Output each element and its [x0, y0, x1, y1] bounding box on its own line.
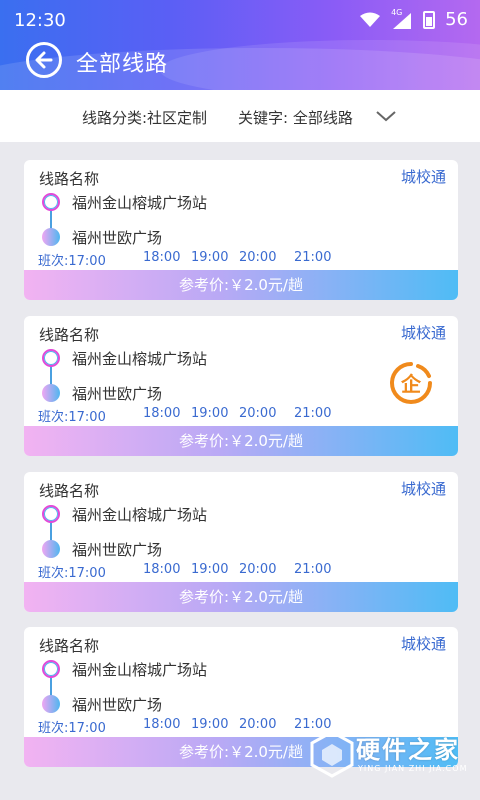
status-bar: 12:30 4G 56: [0, 0, 480, 40]
price-bar[interactable]: 参考价:￥2.0元/趟: [24, 582, 458, 612]
back-button[interactable]: [26, 42, 62, 78]
departure-time: 21:00: [294, 250, 332, 265]
departure-time: 19:00: [191, 562, 229, 577]
watermark-title: 硬件之家: [356, 736, 460, 764]
departure-time: 18:00: [143, 250, 181, 265]
departure-time: 21:00: [294, 406, 332, 421]
departure-time: 19:00: [191, 250, 229, 265]
enterprise-badge-label: 企: [400, 372, 422, 396]
page-title: 全部线路: [76, 52, 169, 77]
route-type-tag: 城校通: [400, 324, 446, 342]
end-stop-name: 福州世欧广场: [72, 541, 163, 559]
end-stop-icon: [42, 695, 60, 713]
schedule-label: 班次:17:00: [38, 254, 106, 269]
cell-signal-icon: 4G: [391, 7, 413, 29]
departure-time: 20:00: [239, 562, 277, 577]
start-stop-icon: [42, 505, 60, 523]
schedule-label: 班次:17:00: [38, 410, 106, 425]
departure-time: 20:00: [239, 406, 277, 421]
departure-time: 19:00: [191, 406, 229, 421]
schedule-label: 班次:17:00: [38, 721, 106, 736]
end-stop-icon: [42, 384, 60, 402]
departure-time: 20:00: [239, 250, 277, 265]
route-type-tag: 城校通: [400, 480, 446, 498]
battery-icon: [423, 10, 436, 29]
route-type-tag: 城校通: [400, 635, 446, 653]
watermark: 硬件之家 YING JIAN ZHI JIA.COM: [308, 726, 480, 786]
watermark-subtitle: YING JIAN ZHI JIA.COM: [358, 764, 468, 773]
app-header: 12:30 4G 56 全部线路: [0, 0, 480, 90]
route-type-tag: 城校通: [400, 168, 446, 186]
start-stop-icon: [42, 660, 60, 678]
end-stop-icon: [42, 540, 60, 558]
route-card[interactable]: 线路名称 城校通 福州金山榕城广场站 福州世欧广场 班次:17:00 18:00…: [24, 160, 458, 300]
start-stop-name: 福州金山榕城广场站: [72, 661, 208, 679]
route-name: 线路名称: [39, 637, 100, 655]
departure-time: 18:00: [143, 562, 181, 577]
filter-bar: 线路分类:社区定制 关键字: 全部线路: [0, 90, 480, 142]
end-stop-name: 福州世欧广场: [72, 385, 163, 403]
departure-time: 20:00: [239, 717, 277, 732]
departure-time: 18:00: [143, 406, 181, 421]
start-stop-icon: [42, 193, 60, 211]
battery-level: 56: [445, 9, 468, 30]
route-name: 线路名称: [39, 326, 100, 344]
departure-time: 21:00: [294, 562, 332, 577]
end-stop-icon: [42, 228, 60, 246]
schedule-label: 班次:17:00: [38, 566, 106, 581]
route-card[interactable]: 线路名称 城校通 福州金山榕城广场站 福州世欧广场 班次:17:00 18:00…: [24, 472, 458, 612]
cube-logo-icon: [310, 730, 354, 778]
start-stop-name: 福州金山榕城广场站: [72, 350, 208, 368]
keyword-filter[interactable]: 关键字: 全部线路: [238, 107, 353, 128]
status-icons: 4G 56: [359, 7, 468, 30]
end-stop-name: 福州世欧广场: [72, 229, 163, 247]
price-bar[interactable]: 参考价:￥2.0元/趟: [24, 426, 458, 456]
enterprise-badge-icon: 企: [388, 360, 434, 406]
start-stop-name: 福州金山榕城广场站: [72, 506, 208, 524]
end-stop-name: 福州世欧广场: [72, 696, 163, 714]
route-card[interactable]: 线路名称 城校通 福州金山榕城广场站 福州世欧广场 班次:17:00 18:00…: [24, 316, 458, 456]
route-name: 线路名称: [39, 482, 100, 500]
start-stop-icon: [42, 349, 60, 367]
network-type: 4G: [391, 7, 403, 17]
chevron-down-icon[interactable]: [374, 106, 398, 126]
wifi-icon: [360, 12, 381, 27]
departure-time: 19:00: [191, 717, 229, 732]
status-time: 12:30: [14, 10, 66, 31]
start-stop-name: 福州金山榕城广场站: [72, 194, 208, 212]
route-name: 线路名称: [39, 170, 100, 188]
title-bar: 全部线路: [0, 40, 480, 90]
departure-time: 18:00: [143, 717, 181, 732]
route-category-filter[interactable]: 线路分类:社区定制: [82, 107, 207, 128]
price-bar[interactable]: 参考价:￥2.0元/趟: [24, 270, 458, 300]
arrow-left-icon: [35, 51, 53, 69]
